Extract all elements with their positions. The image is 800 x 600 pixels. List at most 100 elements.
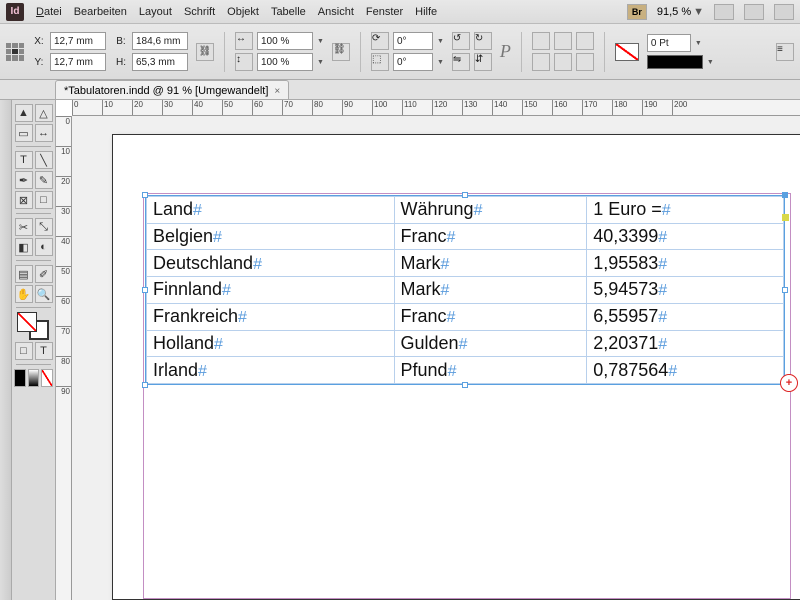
w-input[interactable]: 184,6 mm [132, 32, 188, 50]
overset-text-icon[interactable] [780, 374, 798, 392]
y-input[interactable]: 12,7 mm [50, 53, 106, 71]
page-tool[interactable]: ▭ [15, 124, 33, 142]
handle-yellow[interactable] [782, 214, 789, 221]
hand-tool[interactable]: ✋ [15, 285, 33, 303]
zoom-tool[interactable]: 🔍 [35, 285, 53, 303]
cell-text: Frankreich [153, 306, 238, 326]
rectangle-frame-tool[interactable]: ⊠ [15, 191, 33, 209]
ruler-vertical[interactable]: 0102030405060708090 [56, 116, 72, 600]
handle-bm[interactable] [462, 382, 468, 388]
rectangle-tool[interactable]: □ [35, 191, 53, 209]
arrange-button[interactable] [744, 4, 764, 20]
cell-text: Finnland [153, 279, 222, 299]
handle-bl[interactable] [142, 382, 148, 388]
hidden-char-icon: # [222, 282, 231, 299]
rotate-input[interactable]: 0° [393, 32, 433, 50]
constrain-wh-icon[interactable]: ⛓ [196, 43, 214, 61]
control-panel: X:12,7 mm Y:12,7 mm B:184,6 mm H:65,3 mm… [0, 24, 800, 80]
pen-tool[interactable]: ✒ [15, 171, 33, 189]
apply-text-icon[interactable]: T [35, 342, 53, 360]
apply-gradient-icon[interactable] [28, 369, 40, 387]
menu-ansicht[interactable]: Ansicht [318, 6, 354, 18]
align-5-icon[interactable] [554, 53, 572, 71]
apply-none-icon[interactable] [41, 369, 53, 387]
ruler-tick: 200 [672, 100, 702, 115]
align-4-icon[interactable] [532, 53, 550, 71]
handle-tl[interactable] [142, 192, 148, 198]
hidden-char-icon: # [459, 336, 468, 353]
shear-input[interactable]: 0° [393, 53, 433, 71]
x-input[interactable]: 12,7 mm [50, 32, 106, 50]
table-row[interactable]: Deutschland#Mark#1,95583# [147, 250, 784, 277]
scale-y-input[interactable]: 100 % [257, 53, 313, 71]
hidden-char-icon: # [198, 363, 207, 380]
hidden-char-icon: # [253, 256, 262, 273]
align-6-icon[interactable] [576, 53, 594, 71]
selection-tool[interactable]: ▲ [15, 104, 33, 122]
ruler-tick: 90 [56, 386, 71, 416]
menu-fenster[interactable]: Fenster [366, 6, 403, 18]
constrain-scale-icon[interactable]: ⛓ [332, 43, 350, 61]
eyedropper-tool[interactable]: ✐ [35, 265, 53, 283]
direct-selection-tool[interactable]: △ [35, 104, 53, 122]
flip-h-icon[interactable]: ⇋ [452, 53, 470, 71]
close-tab-icon[interactable]: × [274, 86, 280, 97]
currency-table[interactable]: Land# Währung# 1 Euro =# Belgien#Franc#4… [146, 196, 784, 384]
stroke-style[interactable] [647, 55, 703, 69]
menu-tabelle[interactable]: Tabelle [271, 6, 306, 18]
menu-objekt[interactable]: Objekt [227, 6, 259, 18]
panel-collapse-strip[interactable] [0, 100, 12, 600]
transform-tool[interactable]: ⤡ [35, 218, 53, 236]
flip-v-icon[interactable]: ⇵ [474, 53, 492, 71]
chevron-down-icon: ▼ [693, 6, 704, 18]
bridge-button[interactable]: Br [627, 4, 647, 20]
pencil-tool[interactable]: ✎ [35, 171, 53, 189]
table-row[interactable]: Frankreich#Franc#6,55957# [147, 303, 784, 330]
fill-swatch[interactable] [615, 43, 639, 61]
handle-tr[interactable] [782, 192, 788, 198]
scissors-tool[interactable]: ✂ [15, 218, 33, 236]
menu-hilfe[interactable]: Hilfe [415, 6, 437, 18]
table-row[interactable]: Irland#Pfund#0,787564# [147, 357, 784, 384]
apply-container-icon[interactable]: □ [15, 342, 33, 360]
cell-text: Mark [401, 253, 441, 273]
align-1-icon[interactable] [532, 32, 550, 50]
workspace-button[interactable] [774, 4, 794, 20]
menu-bearbeiten[interactable]: Bearbeiten [74, 6, 127, 18]
menu-layout[interactable]: Layout [139, 6, 172, 18]
handle-tm[interactable] [462, 192, 468, 198]
type-tool[interactable]: T [15, 151, 33, 169]
ruler-horizontal[interactable]: 0102030405060708090100110120130140150160… [72, 100, 800, 116]
rotate-ccw-icon[interactable]: ↺ [452, 32, 470, 50]
menu-schrift[interactable]: Schrift [184, 6, 215, 18]
table-row[interactable]: Belgien#Franc#40,3399# [147, 223, 784, 250]
h-input[interactable]: 65,3 mm [132, 53, 188, 71]
hidden-char-icon: # [213, 229, 222, 246]
rotate-cw-icon[interactable]: ↻ [474, 32, 492, 50]
panel-menu-icon[interactable]: ≡ [776, 43, 794, 61]
stroke-weight-input[interactable]: 0 Pt [647, 34, 691, 52]
align-3-icon[interactable] [576, 32, 594, 50]
hidden-char-icon: # [658, 229, 667, 246]
gap-tool[interactable]: ↔ [35, 124, 53, 142]
line-tool[interactable]: ╲ [35, 151, 53, 169]
scale-x-input[interactable]: 100 % [257, 32, 313, 50]
handle-ml[interactable] [142, 287, 148, 293]
reference-point[interactable] [6, 43, 24, 61]
handle-mr[interactable] [782, 287, 788, 293]
gradient-swatch-tool[interactable]: ◧ [15, 238, 33, 256]
document-tab[interactable]: *Tabulatoren.indd @ 91 % [Umgewandelt] × [55, 80, 289, 99]
table-row[interactable]: Finnland#Mark#5,94573# [147, 277, 784, 304]
screen-mode-button[interactable] [714, 4, 734, 20]
cell-text: Irland [153, 360, 198, 380]
fill-stroke-proxy[interactable] [15, 312, 53, 340]
align-2-icon[interactable] [554, 32, 572, 50]
canvas-area[interactable]: Land# Währung# 1 Euro =# Belgien#Franc#4… [72, 116, 800, 600]
text-frame[interactable]: Land# Währung# 1 Euro =# Belgien#Franc#4… [145, 195, 785, 385]
note-tool[interactable]: ▤ [15, 265, 33, 283]
gradient-feather-tool[interactable]: ◐ [35, 238, 53, 256]
table-row[interactable]: Holland#Gulden#2,20371# [147, 330, 784, 357]
menu-datei[interactable]: DDateiatei [36, 6, 62, 18]
zoom-level-dropdown[interactable]: 91,5 %▼ [657, 6, 704, 18]
apply-black-icon[interactable] [14, 369, 26, 387]
